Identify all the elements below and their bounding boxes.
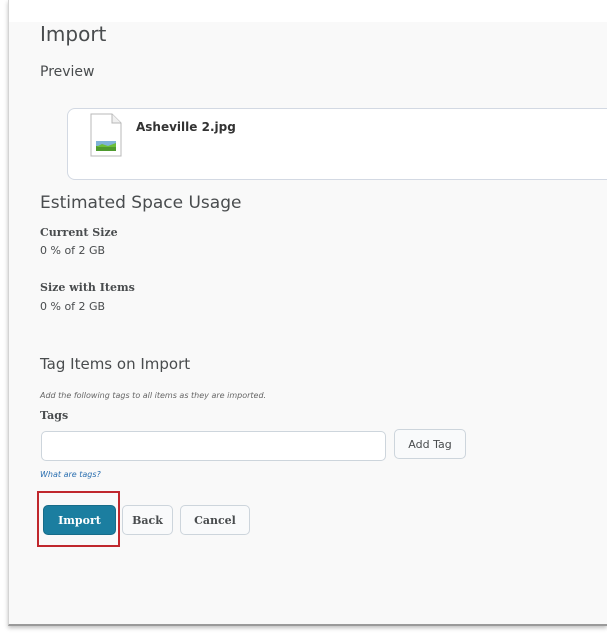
tags-label: Tags xyxy=(40,409,69,422)
import-panel: Import Preview Asheville 2.jpg Estimated… xyxy=(8,0,607,626)
image-file-icon xyxy=(90,113,122,157)
tags-hint: Add the following tags to all items as t… xyxy=(40,391,267,400)
import-highlight-box xyxy=(37,491,120,547)
preview-card: Asheville 2.jpg xyxy=(67,108,607,180)
current-size-value: 0 % of 2 GB xyxy=(40,244,106,257)
back-button[interactable]: Back xyxy=(122,505,173,535)
file-name: Asheville 2.jpg xyxy=(136,120,236,134)
current-size-label: Current Size xyxy=(40,226,118,239)
space-usage-heading: Estimated Space Usage xyxy=(40,193,242,213)
add-tag-button[interactable]: Add Tag xyxy=(394,429,466,459)
preview-heading: Preview xyxy=(40,64,95,80)
page-title: Import xyxy=(40,22,107,46)
tag-items-heading: Tag Items on Import xyxy=(40,355,191,373)
size-with-items-value: 0 % of 2 GB xyxy=(40,300,106,313)
what-are-tags-link[interactable]: What are tags? xyxy=(40,470,101,479)
tags-input[interactable] xyxy=(41,431,386,461)
top-strip xyxy=(9,0,607,22)
cancel-button[interactable]: Cancel xyxy=(180,505,250,535)
size-with-items-label: Size with Items xyxy=(40,281,135,294)
